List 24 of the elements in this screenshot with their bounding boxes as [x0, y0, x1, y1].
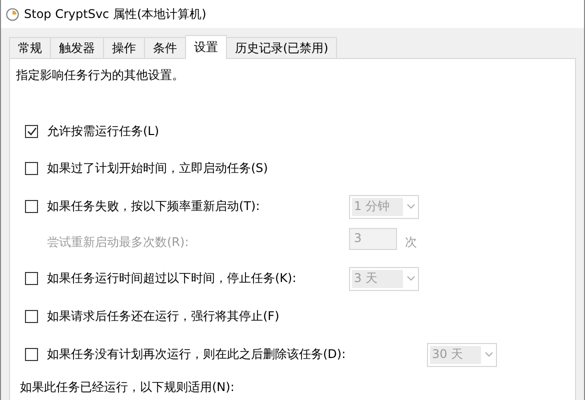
- option-label: 如果任务运行时间超过以下时间，停止任务(K):: [47, 270, 298, 287]
- checkbox[interactable]: [25, 125, 38, 138]
- checkbox[interactable]: [25, 348, 38, 361]
- tab[interactable]: 设置: [185, 35, 227, 59]
- chevron-down-icon: [407, 276, 415, 281]
- tab[interactable]: 常规: [9, 37, 51, 58]
- window-title: Stop CryptSvc 属性(本地计算机): [24, 6, 206, 22]
- description-text: 指定影响任务行为的其他设置。: [16, 66, 185, 84]
- chevron-down-icon: [407, 204, 415, 209]
- option-label: 允许按需运行任务(L): [47, 123, 160, 140]
- option-label: 如果过了计划开始时间，立即启动任务(S): [47, 160, 269, 177]
- option-label: 如果任务没有计划再次运行，则在此之后删除该任务(D):: [47, 346, 347, 363]
- checkbox[interactable]: [25, 200, 38, 213]
- chevron-down-icon: [485, 352, 493, 357]
- tab[interactable]: 历史记录(已禁用): [226, 37, 338, 58]
- checkbox[interactable]: [25, 310, 38, 323]
- checkbox[interactable]: [25, 272, 38, 285]
- unit-label: 次: [405, 234, 417, 251]
- option-label: 如果任务失败，按以下频率重新启动(T):: [47, 198, 261, 215]
- clock-icon: [6, 8, 19, 20]
- option-label: 如果请求后任务还在运行，强行将其停止(F): [47, 308, 280, 325]
- checkbox[interactable]: [25, 162, 38, 175]
- section-label: 如果此任务已经运行，以下规则适用(N):: [20, 378, 236, 396]
- option-label: 尝试重新启动最多次数(R):: [47, 234, 190, 251]
